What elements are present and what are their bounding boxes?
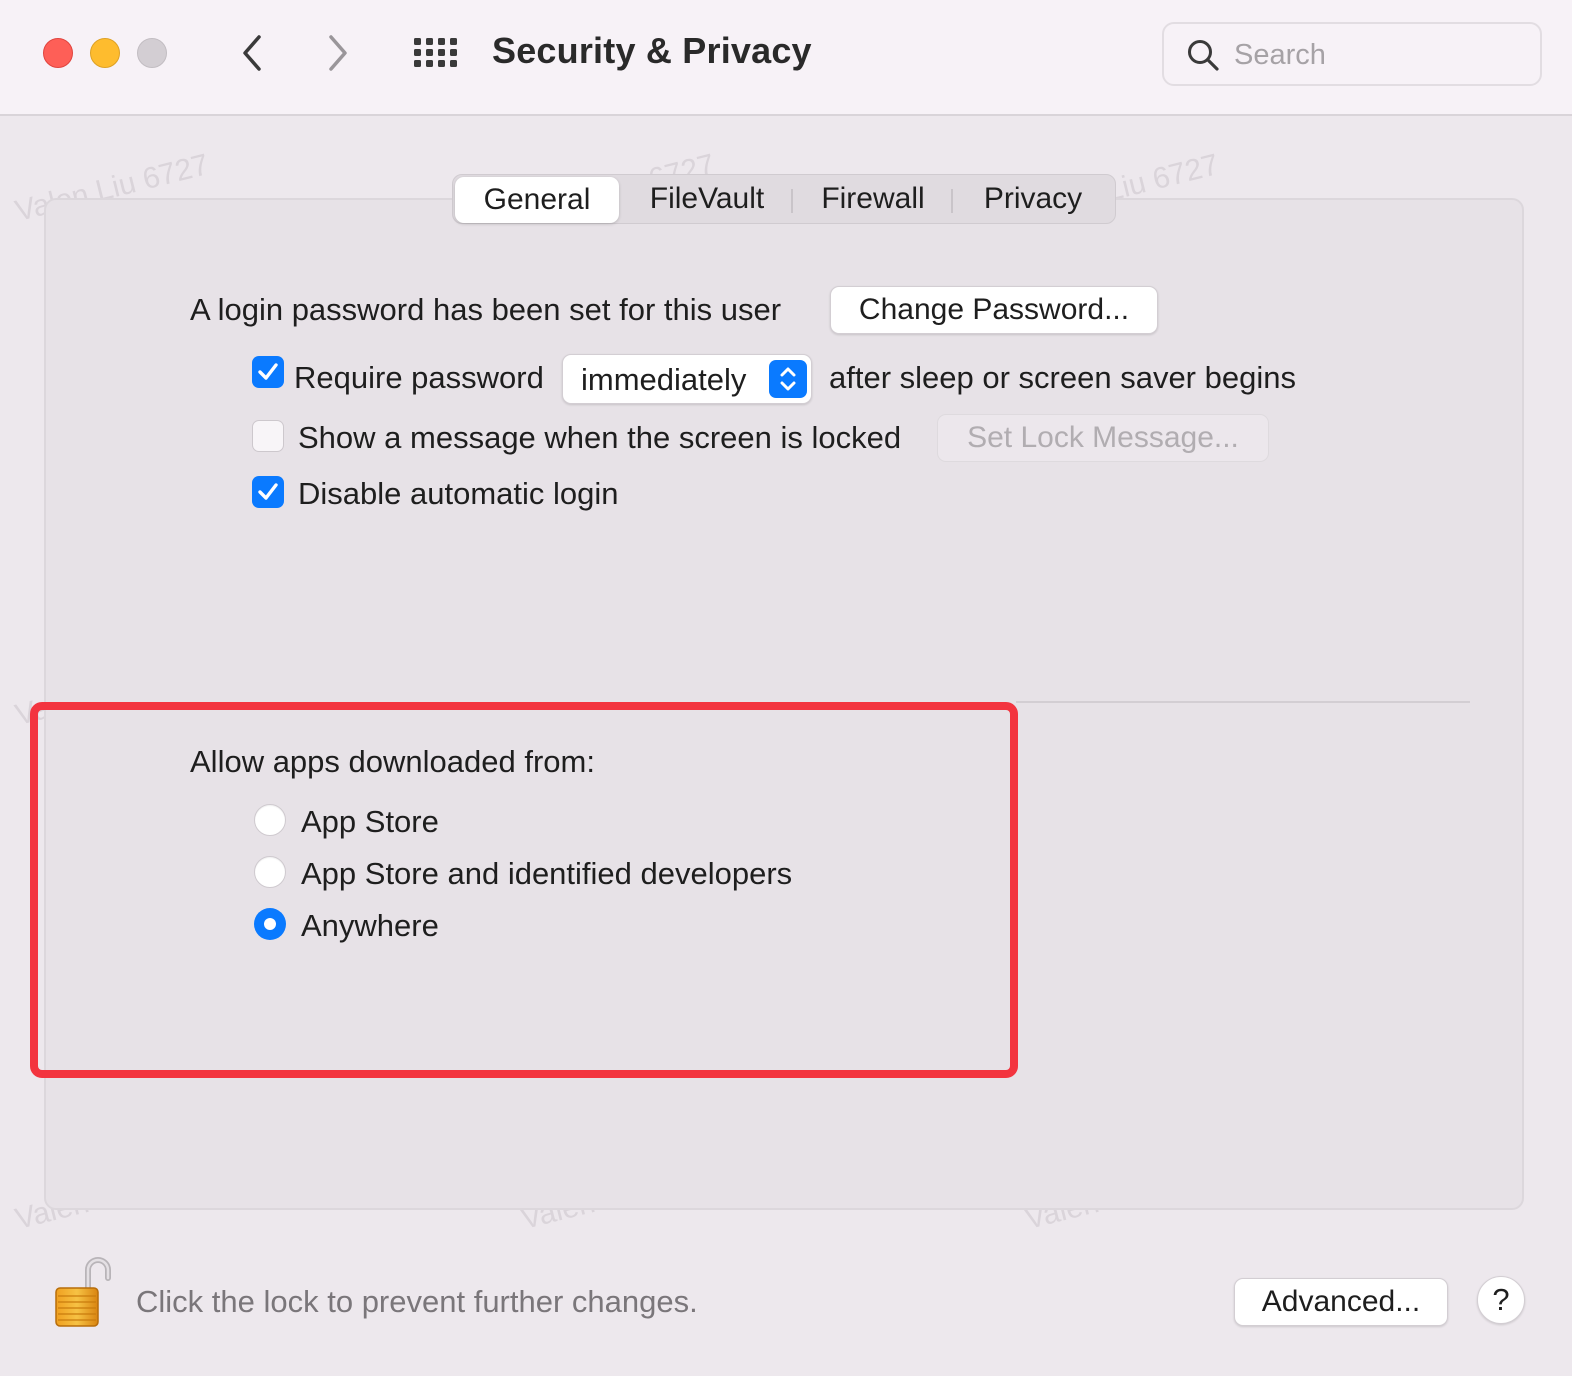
title-bar: Security & Privacy xyxy=(0,0,1572,116)
show-lock-message-label: Show a message when the screen is locked xyxy=(298,420,902,455)
disable-auto-login-checkbox[interactable] xyxy=(252,476,284,508)
show-all-preferences-button[interactable] xyxy=(412,36,458,70)
radio-app-store-label: App Store xyxy=(301,804,439,839)
zoom-window-button[interactable] xyxy=(137,38,167,68)
tab-bar: General FileVault Firewall Privacy xyxy=(452,174,1116,224)
lock-button[interactable] xyxy=(52,1252,114,1332)
checkmark-icon xyxy=(258,483,278,500)
lock-status-text: Click the lock to prevent further change… xyxy=(136,1284,698,1319)
radio-anywhere-label: Anywhere xyxy=(301,908,439,943)
tab-separator xyxy=(951,189,953,213)
grid-icon xyxy=(414,38,457,67)
forward-button[interactable] xyxy=(318,30,358,76)
popup-value: immediately xyxy=(581,362,747,397)
help-button[interactable]: ? xyxy=(1477,1276,1525,1324)
set-lock-message-button[interactable]: Set Lock Message... xyxy=(937,414,1269,462)
password-status-label: A login password has been set for this u… xyxy=(190,292,782,327)
change-password-button[interactable]: Change Password... xyxy=(830,286,1158,334)
section-divider xyxy=(1016,701,1470,703)
require-password-suffix: after sleep or screen saver begins xyxy=(829,360,1296,395)
radio-anywhere[interactable] xyxy=(254,908,286,940)
updown-chevron-icon xyxy=(769,360,807,398)
checkmark-icon xyxy=(258,363,278,380)
close-window-button[interactable] xyxy=(43,38,73,68)
advanced-button[interactable]: Advanced... xyxy=(1234,1278,1448,1326)
tab-filevault[interactable]: FileVault xyxy=(623,175,791,223)
require-password-label: Require password xyxy=(294,360,544,395)
allow-apps-heading: Allow apps downloaded from: xyxy=(190,744,595,779)
tab-privacy[interactable]: Privacy xyxy=(955,175,1111,223)
tab-firewall[interactable]: Firewall xyxy=(795,175,951,223)
search-input[interactable] xyxy=(1234,34,1524,76)
search-icon xyxy=(1188,40,1219,71)
chevron-right-icon xyxy=(329,35,347,71)
tab-general[interactable]: General xyxy=(455,177,619,223)
chevron-left-icon xyxy=(243,35,261,71)
require-password-delay-popup[interactable]: immediately xyxy=(562,354,812,404)
back-button[interactable] xyxy=(232,30,272,76)
radio-app-store[interactable] xyxy=(254,804,286,836)
tab-separator xyxy=(791,189,793,213)
window-title: Security & Privacy xyxy=(492,30,812,71)
require-password-checkbox[interactable] xyxy=(252,356,284,388)
radio-identified-developers[interactable] xyxy=(254,856,286,888)
disable-auto-login-label: Disable automatic login xyxy=(298,476,619,511)
search-field[interactable] xyxy=(1162,22,1542,86)
show-lock-message-checkbox[interactable] xyxy=(252,420,284,452)
minimize-window-button[interactable] xyxy=(90,38,120,68)
radio-identified-developers-label: App Store and identified developers xyxy=(301,856,793,891)
unlocked-padlock-icon xyxy=(55,1257,111,1327)
